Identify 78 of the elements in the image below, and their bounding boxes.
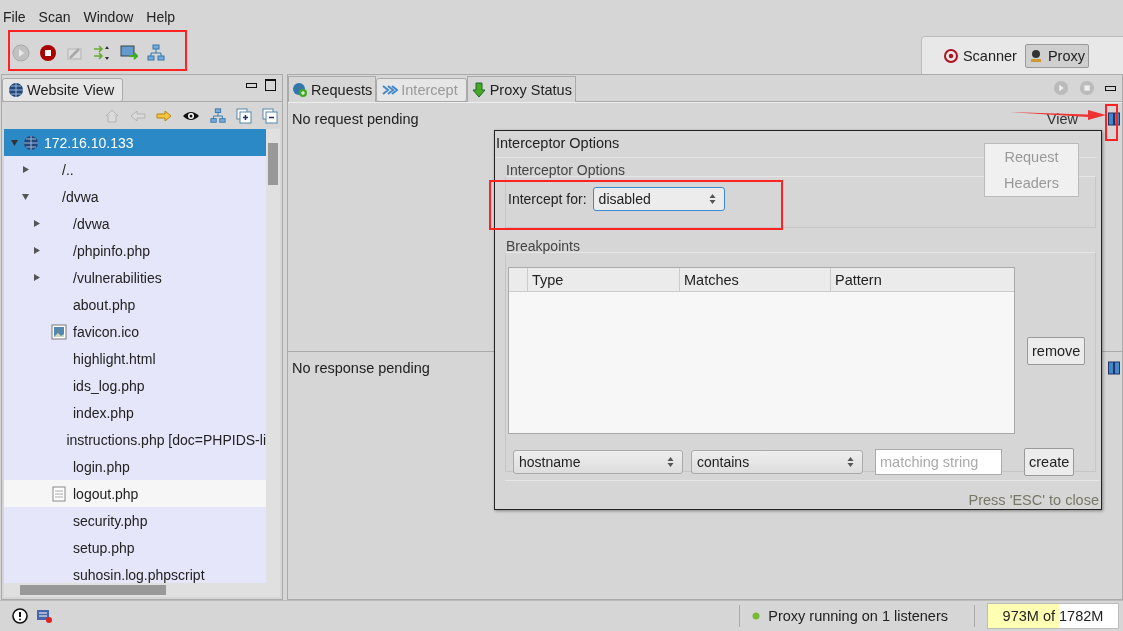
menu-item[interactable]: Help: [146, 9, 176, 25]
tree-item[interactable]: about.php: [4, 291, 266, 318]
tree-item[interactable]: /vulnerabilities: [4, 264, 266, 291]
perspective-button[interactable]: Proxy: [1024, 43, 1089, 68]
pattern-field[interactable]: matching string: [875, 449, 1002, 475]
columns-icon[interactable]: [1108, 360, 1120, 375]
target-icon: [943, 48, 958, 63]
down-arrow-icon: [470, 81, 487, 98]
collapsed-icon[interactable]: [20, 165, 30, 174]
spinner-icon: [708, 193, 716, 205]
tree-item[interactable]: /dvwa: [4, 210, 266, 237]
arrows-icon[interactable]: [93, 44, 111, 62]
menu-item[interactable]: File: [3, 9, 26, 25]
remove-button[interactable]: remove: [1027, 336, 1086, 365]
stop-icon[interactable]: [39, 44, 57, 62]
menu-item[interactable]: Window: [83, 9, 134, 25]
group-label: Interceptor Options: [506, 162, 626, 178]
minimize-icon[interactable]: [246, 82, 257, 88]
collapsed-icon[interactable]: [31, 219, 41, 228]
tree-item[interactable]: /phpinfo.php: [4, 237, 266, 264]
scrollbar[interactable]: [266, 129, 280, 583]
type-select[interactable]: hostname: [513, 450, 683, 474]
tree-item[interactable]: login.php: [4, 453, 266, 480]
request-status: No request pending: [292, 111, 419, 127]
tree-item[interactable]: instructions.php [doc=PHPIDS-li: [4, 426, 266, 453]
dialog-hint: Press 'ESC' to close: [968, 492, 1099, 509]
tree-item[interactable]: highlight.html: [4, 345, 266, 372]
status-dot-icon: [752, 612, 761, 620]
console-icon[interactable]: [36, 608, 52, 624]
intercept-label: Intercept for:: [508, 191, 587, 207]
collapsed-icon[interactable]: [31, 246, 41, 255]
spinner-icon: [667, 456, 674, 468]
column-header[interactable]: Matches: [680, 268, 831, 291]
highlight-frame: [1105, 104, 1118, 141]
tab[interactable]: Proxy Status: [466, 76, 576, 102]
menu-item[interactable]: Scan: [38, 9, 71, 25]
create-button[interactable]: create: [1024, 448, 1075, 476]
spinner-icon: [847, 456, 854, 468]
column-header[interactable]: Pattern: [831, 268, 1014, 291]
response-status: No response pending: [292, 359, 430, 376]
expand-all-icon[interactable]: [236, 107, 252, 124]
proxy-status-text: Proxy running on 1 listeners: [768, 608, 948, 624]
globe-icon: [23, 134, 39, 151]
website-view-tab[interactable]: Website View: [2, 78, 124, 102]
tree-item[interactable]: logout.php: [4, 480, 266, 507]
chevrons-icon: [382, 82, 399, 98]
tree-item[interactable]: index.php: [4, 399, 266, 426]
expanded-icon[interactable]: [9, 138, 19, 147]
tree-item[interactable]: setup.php: [4, 534, 266, 561]
sitemap-icon[interactable]: [210, 107, 226, 124]
memory-meter[interactable]: 973M of 1782M: [987, 603, 1119, 629]
collapse-all-icon[interactable]: [262, 107, 278, 124]
scrollbar[interactable]: [4, 583, 280, 597]
group-label: Breakpoints: [506, 238, 580, 254]
globe-icon: [8, 82, 24, 98]
intercept-select[interactable]: disabled: [592, 187, 725, 211]
document-icon: [51, 485, 67, 502]
tree-item[interactable]: /dvwa: [4, 183, 266, 210]
match-select[interactable]: contains: [691, 450, 863, 474]
tree-item[interactable]: 172.16.10.133: [4, 129, 266, 156]
tree-item[interactable]: /..: [4, 156, 266, 183]
minimize-icon[interactable]: [1105, 85, 1116, 91]
view-label: View: [1046, 111, 1078, 127]
tab[interactable]: Requests: [288, 76, 377, 102]
tree-item[interactable]: security.php: [4, 507, 266, 534]
column-header[interactable]: Type: [528, 268, 680, 291]
globe-add-icon: [292, 81, 308, 98]
expanded-icon[interactable]: [20, 192, 30, 201]
maximize-icon[interactable]: [265, 79, 276, 91]
monitor-icon[interactable]: [120, 44, 138, 62]
tree-item[interactable]: suhosin.log.phpscript: [4, 561, 266, 583]
collapsed-icon[interactable]: [31, 273, 41, 282]
image-icon: [51, 323, 67, 340]
sitemap-icon[interactable]: [147, 44, 165, 62]
tree-item[interactable]: ids_log.php: [4, 372, 266, 399]
perspective-button[interactable]: Scanner: [939, 43, 1021, 68]
alert-icon[interactable]: [12, 608, 28, 624]
tree-item[interactable]: favicon.ico: [4, 318, 266, 345]
